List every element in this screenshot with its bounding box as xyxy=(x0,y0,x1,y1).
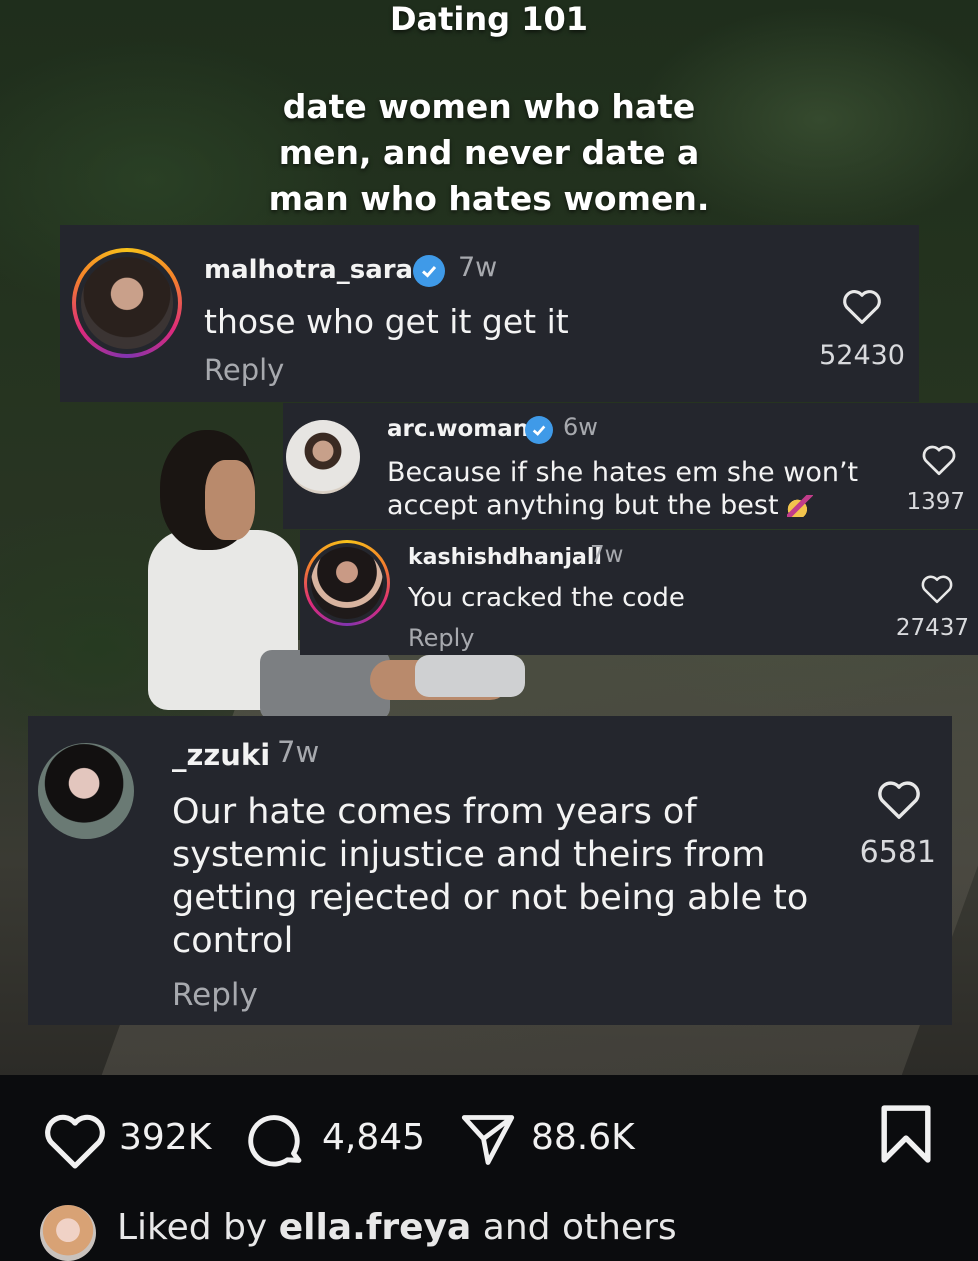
overlay-line: men, and never date a xyxy=(278,133,700,172)
reply-button[interactable]: Reply xyxy=(408,624,474,652)
comment-text-line: accept anything but the best xyxy=(387,489,858,522)
comment-username[interactable]: kashishdhanjall xyxy=(408,545,602,570)
bookmark-icon[interactable] xyxy=(878,1104,934,1164)
share-count[interactable]: 88.6K xyxy=(531,1117,635,1158)
verified-badge-icon xyxy=(525,416,553,444)
comment-like-count: 6581 xyxy=(859,835,936,870)
comment-username[interactable]: _zzuki xyxy=(172,738,270,772)
avatar[interactable] xyxy=(81,257,173,349)
nail-polish-icon xyxy=(787,495,814,517)
comment-text-line: Our hate comes from years of xyxy=(172,792,697,832)
comment-text-line-part: accept anything but the best xyxy=(387,490,779,521)
overlay-title: Dating 101 xyxy=(389,0,589,38)
comment-heart-icon[interactable] xyxy=(921,443,957,476)
liked-by-prefix: Liked by xyxy=(117,1207,268,1248)
comment-text: You cracked the code xyxy=(408,583,685,613)
comment-card-malhotra: malhotra_sara 7w those who get it get it… xyxy=(60,225,919,402)
avatar[interactable] xyxy=(38,743,134,839)
comment-username[interactable]: arc.woman xyxy=(387,416,529,442)
reply-button[interactable]: Reply xyxy=(172,977,258,1013)
heart-icon[interactable] xyxy=(42,1110,108,1170)
comment-card-arcwoman: arc.woman 6w Because if she hates em she… xyxy=(283,403,978,529)
person-face xyxy=(205,460,255,540)
comment-card-kashish: kashishdhanjall 7w You cracked the code … xyxy=(300,530,978,655)
comment-time: 7w xyxy=(458,252,498,283)
comment-text-line: getting rejected or not being able to xyxy=(172,878,809,918)
avatar[interactable] xyxy=(311,547,383,619)
comment-like-count: 1397 xyxy=(906,489,965,515)
like-count[interactable]: 392K xyxy=(119,1117,211,1158)
comment-heart-icon[interactable] xyxy=(920,573,954,604)
comment-card-zzuki: _zzuki 7w Our hate comes from years of s… xyxy=(28,716,952,1025)
reply-button[interactable]: Reply xyxy=(204,353,284,387)
comment-like-count: 27437 xyxy=(895,615,969,641)
liked-by-avatar[interactable] xyxy=(40,1205,96,1261)
comment-time: 7w xyxy=(277,735,320,769)
share-icon[interactable] xyxy=(456,1110,520,1170)
comment-heart-icon[interactable] xyxy=(876,778,922,820)
overlay-line: man who hates women. xyxy=(268,179,710,218)
person-shoe xyxy=(415,655,525,697)
comment-icon[interactable] xyxy=(245,1110,309,1172)
comment-time: 7w xyxy=(590,542,624,568)
comment-text: Our hate comes from years of systemic in… xyxy=(172,791,808,963)
overlay-line: date women who hate xyxy=(282,87,696,126)
avatar-story-ring xyxy=(72,248,182,358)
avatar-story-ring xyxy=(304,540,390,626)
comment-like-count: 52430 xyxy=(819,340,905,371)
comment-text: Because if she hates em she won’t accept… xyxy=(387,456,858,522)
comment-text: those who get it get it xyxy=(204,302,569,341)
comment-username[interactable]: malhotra_sara xyxy=(204,255,413,285)
liked-by-text: Liked by ella.freya and others xyxy=(117,1207,677,1248)
liked-by-username[interactable]: ella.freya xyxy=(279,1207,472,1248)
comment-heart-icon[interactable] xyxy=(841,287,883,325)
comment-text-line: control xyxy=(172,921,294,961)
verified-badge-icon xyxy=(413,255,445,287)
avatar[interactable] xyxy=(286,420,360,494)
liked-by-others[interactable]: and others xyxy=(483,1207,677,1248)
comment-count[interactable]: 4,845 xyxy=(322,1117,425,1158)
comment-text-line: Because if she hates em she won’t xyxy=(387,457,859,488)
comment-text-line: systemic injustice and theirs from xyxy=(172,835,766,875)
comment-time: 6w xyxy=(563,413,598,441)
overlay-body: date women who hate men, and never date … xyxy=(80,84,898,222)
